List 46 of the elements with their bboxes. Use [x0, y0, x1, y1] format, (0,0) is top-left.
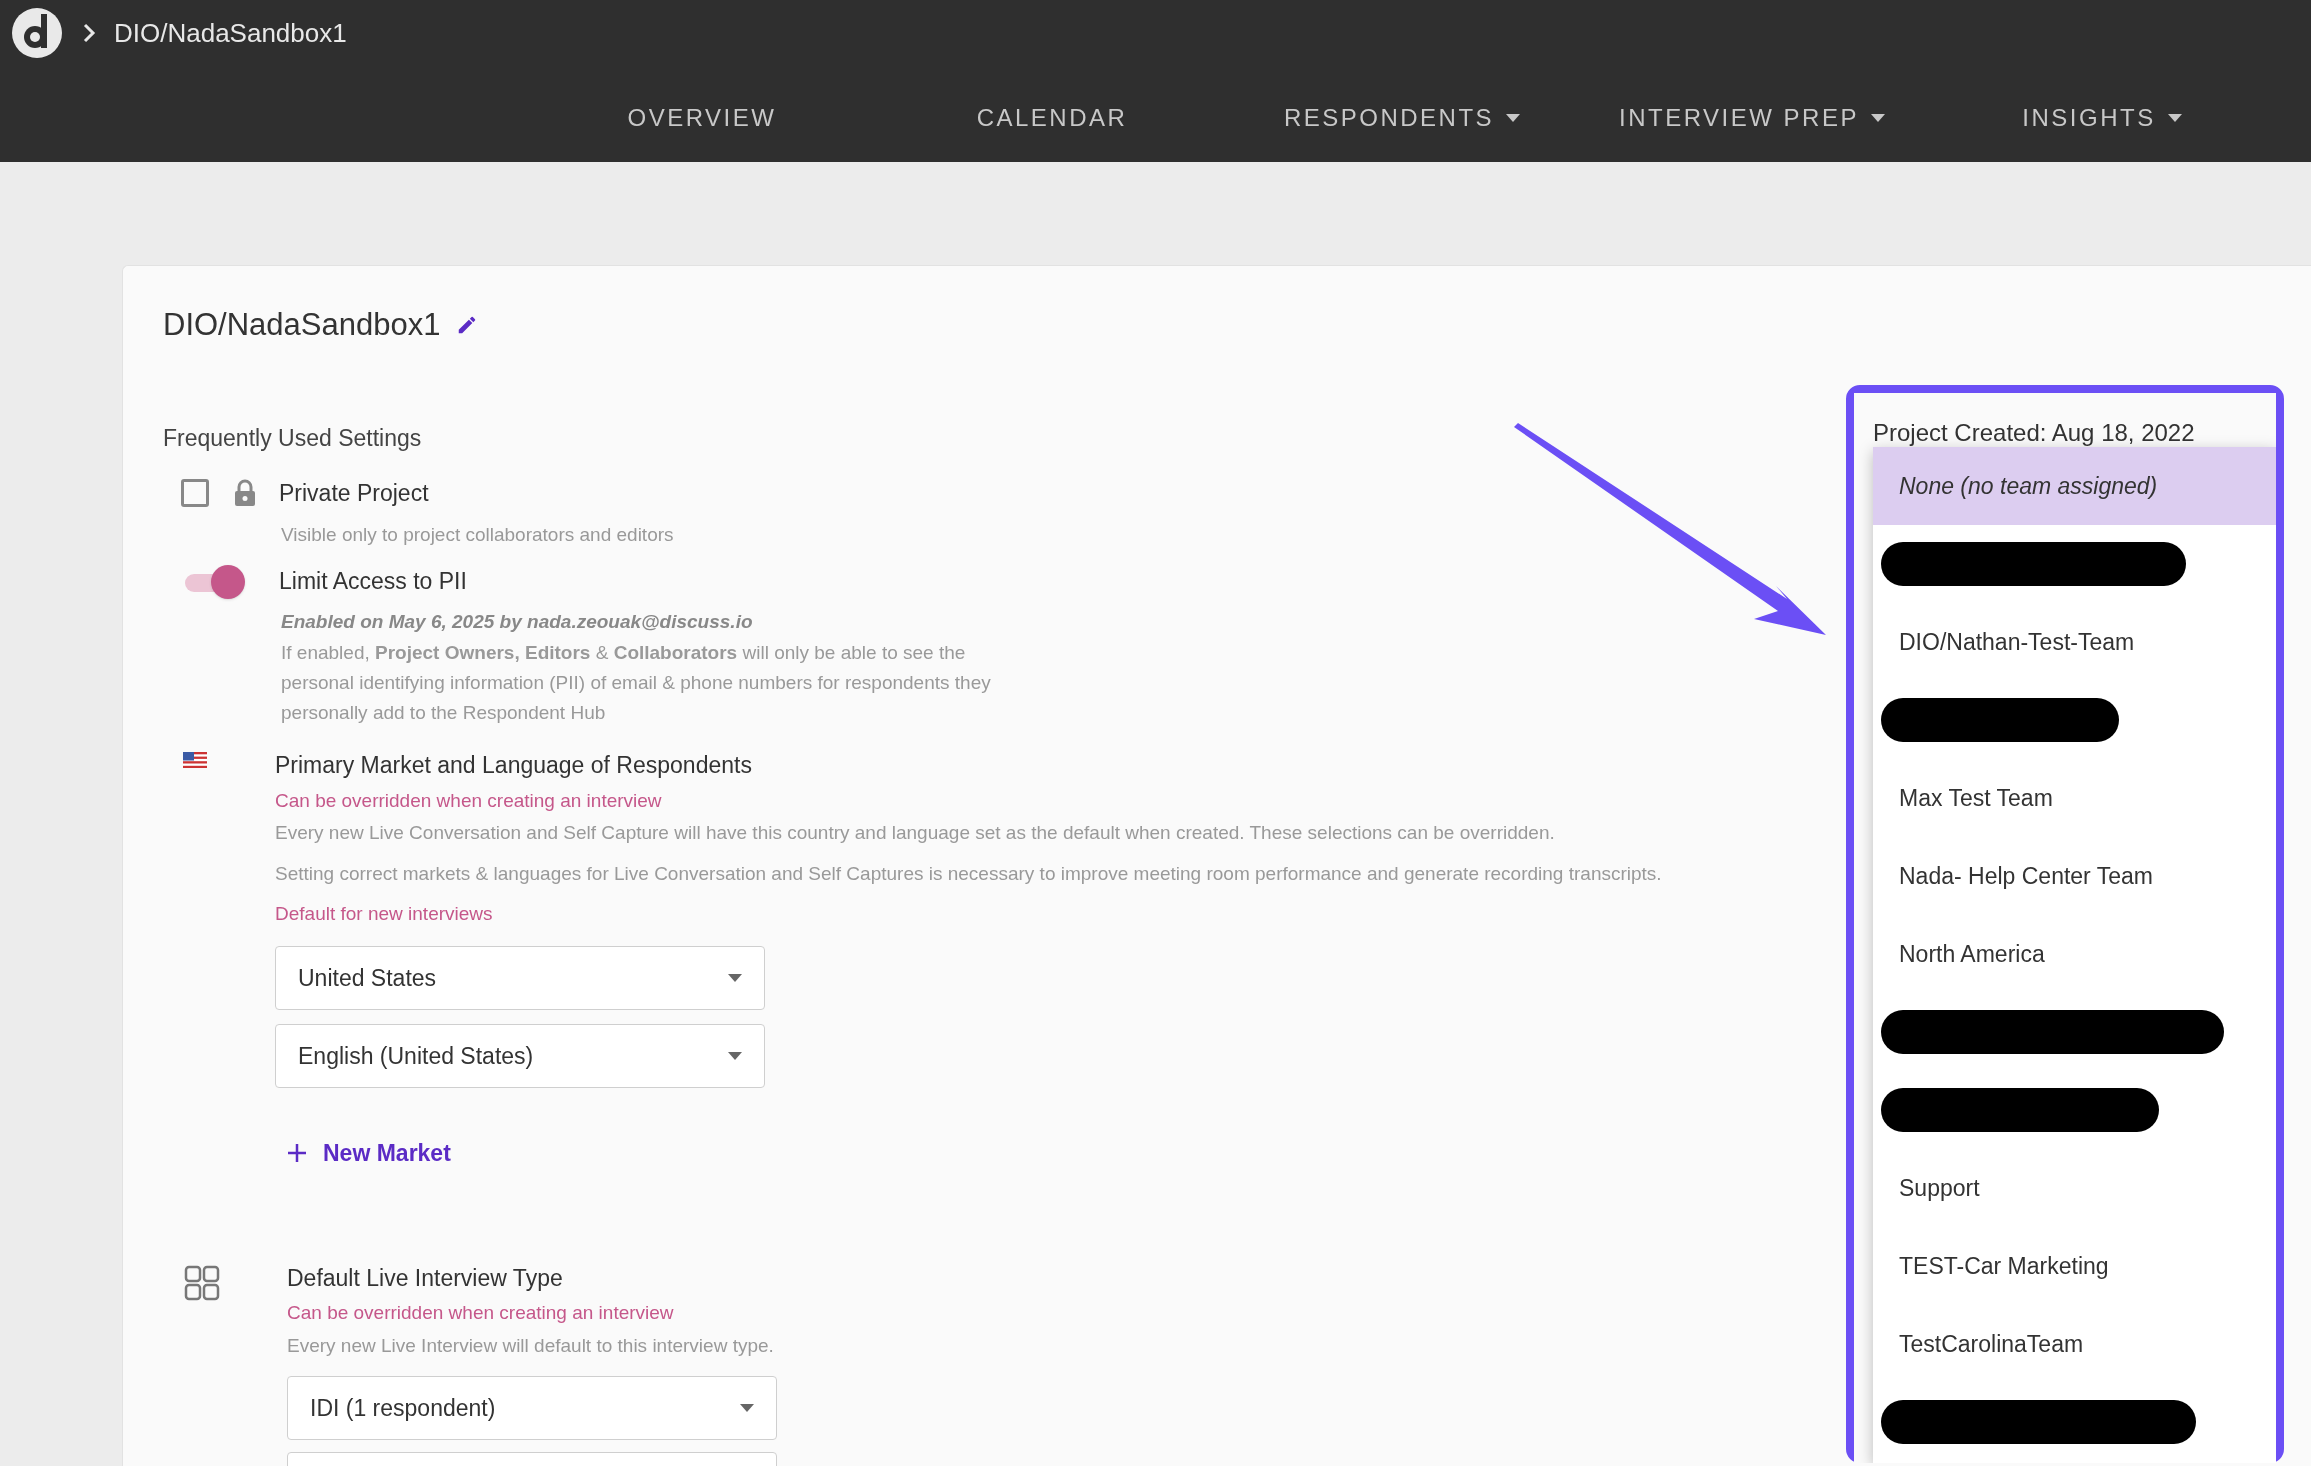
menu-option[interactable]: TEST-Car Marketing [1873, 1227, 2276, 1305]
logo-icon[interactable] [10, 6, 64, 60]
setting-description: Every new Live Conversation and Self Capture will have this country and language set as the default when created. These selections can be overridden. [275, 821, 1556, 845]
nav-tab[interactable]: INSIGHTS [2022, 100, 2182, 136]
menu-option[interactable] [1873, 1383, 2276, 1461]
override-note: Can be overridden when creating an interview [275, 788, 663, 813]
menu-option[interactable]: Support [1873, 1149, 2276, 1227]
setting-description: If enabled, Project Owners, Editors & Collaborators will only be able to see the personal identifying information (PII) of email & phone numbers for respondents they personally add to the Respondent Hub [281, 641, 992, 725]
caret-icon [728, 974, 742, 982]
chevron-right-icon [82, 22, 96, 44]
nav-tab[interactable]: CALENDAR [976, 100, 1128, 136]
setting-label: Private Project [279, 478, 429, 508]
language-select[interactable]: English (United States) [275, 1024, 765, 1088]
menu-option[interactable]: North America [1873, 915, 2276, 993]
interview-type-select[interactable]: IDI (1 respondent) [287, 1376, 777, 1440]
flag-icon [183, 752, 207, 768]
menu-option[interactable]: Nada- Help Center Team [1873, 837, 2276, 915]
menu-option[interactable]: None (no team assigned) [1873, 447, 2276, 525]
menu-option[interactable]: DIO/Nathan-Test-Team [1873, 603, 2276, 681]
new-market-button[interactable]: New Market [287, 1136, 451, 1171]
nav-tab[interactable]: OVERVIEW [627, 100, 777, 136]
project-created-label: Project Created: Aug 18, 2022 [1873, 418, 2195, 448]
setting-note: Setting correct markets & languages for Live Conversation and Self Captures is necessary to improve meeting room performance and generate recording transcripts. [275, 861, 1663, 886]
nav-tab[interactable]: INTERVIEW PREP [1619, 100, 1885, 136]
menu-option[interactable] [1873, 525, 2276, 603]
checkbox[interactable] [181, 479, 209, 507]
plus-icon [287, 1143, 307, 1164]
country-select[interactable]: United States [275, 946, 765, 1010]
breadcrumb[interactable]: DIO/NadaSandbox1 [114, 13, 347, 53]
nav-tab[interactable]: RESPONDENTS [1283, 100, 1521, 136]
setting-description: Every new Live Interview will default to this interview type. [287, 1333, 775, 1358]
setting-label: Limit Access to PII [279, 567, 467, 597]
project-title: DIO/NadaSandbox1 [163, 306, 441, 344]
lock-icon [233, 479, 257, 507]
setting-label: Primary Market and Language of Respondents [275, 751, 753, 780]
setting-description: Visible only to project collaborators and editors [281, 523, 674, 547]
section-heading: Frequently Used Settings [163, 423, 422, 453]
menu-option[interactable]: Max Test Team [1873, 759, 2276, 837]
grid-icon [184, 1264, 220, 1301]
setting-label: Default Live Interview Type [287, 1263, 564, 1293]
enabled-note: Enabled on May 6, 2025 by nada.zeouak@discuss.io [281, 609, 753, 634]
caret-icon [740, 1404, 754, 1412]
menu-option[interactable]: TestCarolinaTeam [1873, 1305, 2276, 1383]
caret-icon [728, 1052, 742, 1060]
default-label: Default for new interviews [275, 901, 494, 926]
override-note: Can be overridden when creating an interview [287, 1301, 675, 1325]
